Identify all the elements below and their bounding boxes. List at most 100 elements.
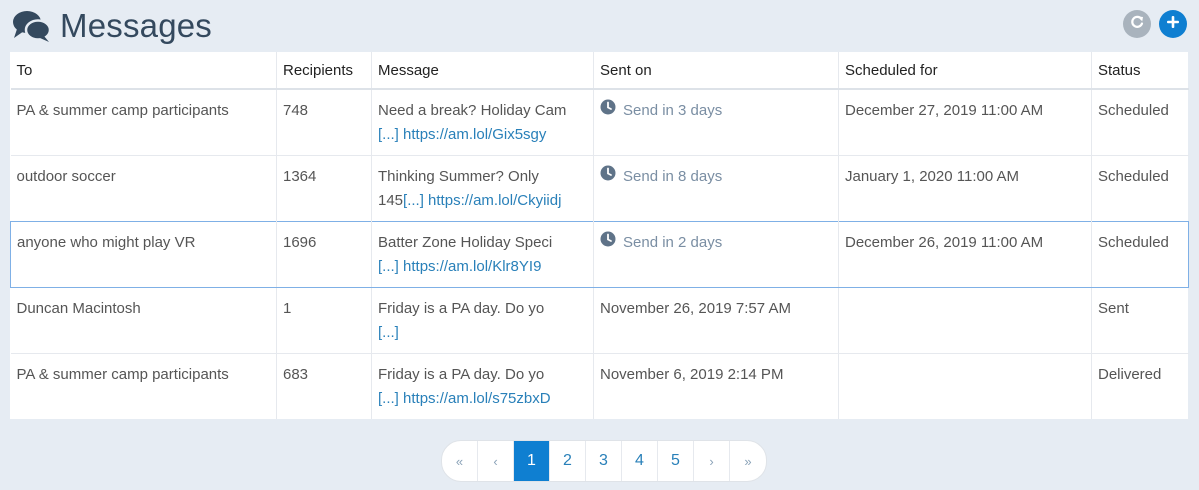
column-header-scheduled-for[interactable]: Scheduled for <box>838 52 1092 90</box>
cell-status: Scheduled <box>1091 88 1189 156</box>
cell-recipients: 683 <box>276 353 372 419</box>
cell-status: Scheduled <box>1091 221 1189 288</box>
clock-icon <box>600 231 623 255</box>
status-text: Delivered <box>1098 366 1162 383</box>
table-row[interactable]: Duncan Macintosh 1 Friday is a PA day. Do … <box>10 287 1189 354</box>
recipient-group: PA & summer camp participants <box>16 102 229 119</box>
clock-icon <box>600 99 623 123</box>
cell-status: Delivered <box>1091 353 1189 419</box>
expand-message-link[interactable]: [...] <box>378 324 399 341</box>
table-row[interactable]: PA & summer camp participants 683 Friday i… <box>10 353 1189 419</box>
plus-icon <box>1166 15 1180 34</box>
next-page-button[interactable]: › <box>694 441 730 481</box>
messages-table: To Recipients Message Sent on Scheduled … <box>10 52 1189 419</box>
table-header-row: To Recipients Message Sent on Scheduled … <box>10 52 1189 90</box>
cell-to: PA & summer camp participants <box>10 353 277 419</box>
first-page-button[interactable]: « <box>442 441 478 481</box>
table-row[interactable]: anyone who might play VR 1696 Batter Zone … <box>10 221 1189 288</box>
status-text: Scheduled <box>1098 102 1169 119</box>
clock-icon <box>600 165 623 189</box>
recipient-count: 1696 <box>283 234 317 251</box>
scheduled-for-text: December 26, 2019 11:00 AM <box>845 234 1044 251</box>
page-5-button[interactable]: 5 <box>658 441 694 481</box>
header-actions <box>1123 10 1187 38</box>
column-header-sent-on[interactable]: Sent on <box>593 52 839 90</box>
send-in-status: Send in 3 days <box>600 99 722 123</box>
page-2-button[interactable]: 2 <box>550 441 586 481</box>
expand-message-link[interactable]: [...] <box>378 390 399 407</box>
pagination: « ‹ 1 2 3 4 5 › » <box>441 440 767 482</box>
recipient-count: 1364 <box>283 168 317 185</box>
message-text: Batter Zone Holiday Speci <box>378 234 553 251</box>
recipient-group: outdoor soccer <box>16 168 116 185</box>
cell-status: Scheduled <box>1091 155 1189 222</box>
cell-status: Sent <box>1091 287 1189 354</box>
status-text: Scheduled <box>1098 234 1169 251</box>
message-url-link[interactable]: https://am.lol/Ckyiidj <box>428 192 561 209</box>
cell-sent-on: Send in 8 days <box>593 155 839 222</box>
message-url-link[interactable]: https://am.lol/s75zbxD <box>403 390 551 407</box>
send-in-text: Send in 2 days <box>623 234 723 251</box>
cell-message: Batter Zone Holiday Speci [...] https://a… <box>371 221 594 288</box>
page-4-button[interactable]: 4 <box>622 441 658 481</box>
cell-message: Friday is a PA day. Do yo [...] https://a… <box>371 353 594 419</box>
cell-recipients: 1364 <box>276 155 372 222</box>
send-in-text: Send in 8 days <box>623 168 723 185</box>
expand-message-link[interactable]: [...] <box>378 126 399 143</box>
table-row[interactable]: PA & summer camp participants 748 Need a b… <box>10 88 1189 156</box>
cell-recipients: 1696 <box>276 221 372 288</box>
expand-message-link[interactable]: [...] <box>403 192 424 209</box>
recipient-count: 1 <box>283 300 292 317</box>
recipient-count: 748 <box>283 102 309 119</box>
cell-recipients: 748 <box>276 88 372 156</box>
last-page-button[interactable]: » <box>730 441 766 481</box>
send-in-status: Send in 8 days <box>600 165 722 189</box>
status-text: Scheduled <box>1098 168 1169 185</box>
recipient-group: anyone who might play VR <box>17 234 196 251</box>
cell-message: Thinking Summer? Only 145[...] https://a… <box>371 155 594 222</box>
cell-to: outdoor soccer <box>10 155 277 222</box>
cell-sent-on: November 26, 2019 7:57 AM <box>593 287 839 354</box>
prev-page-button[interactable]: ‹ <box>478 441 514 481</box>
column-header-to[interactable]: To <box>10 52 277 90</box>
cell-message: Need a break? Holiday Cam [...] https://a… <box>371 88 594 156</box>
recipient-group: PA & summer camp participants <box>16 366 229 383</box>
recipient-count: 683 <box>283 366 309 383</box>
table-body: PA & summer camp participants 748 Need a b… <box>10 88 1189 419</box>
cell-scheduled-for: December 27, 2019 11:00 AM <box>838 88 1092 156</box>
recipient-group: Duncan Macintosh <box>16 300 141 317</box>
status-text: Sent <box>1098 300 1129 317</box>
send-in-status: Send in 2 days <box>600 231 722 255</box>
cell-scheduled-for: January 1, 2020 11:00 AM <box>838 155 1092 222</box>
refresh-button[interactable] <box>1123 10 1151 38</box>
column-header-message[interactable]: Message <box>371 52 594 90</box>
scheduled-for-text: January 1, 2020 11:00 AM <box>845 168 1020 185</box>
column-header-recipients[interactable]: Recipients <box>276 52 372 90</box>
message-text: Need a break? Holiday Cam <box>378 102 567 119</box>
cell-recipients: 1 <box>276 287 372 354</box>
page-3-button[interactable]: 3 <box>586 441 622 481</box>
cell-to: PA & summer camp participants <box>10 88 277 156</box>
comments-icon <box>12 9 52 43</box>
message-text: Friday is a PA day. Do yo <box>378 366 545 383</box>
cell-sent-on: Send in 2 days <box>593 221 839 288</box>
message-text: Friday is a PA day. Do yo <box>378 300 545 317</box>
cell-scheduled-for <box>838 287 1092 354</box>
sent-on-text: November 26, 2019 7:57 AM <box>600 300 791 317</box>
column-header-status[interactable]: Status <box>1091 52 1189 90</box>
page-title: Messages <box>60 7 213 44</box>
message-url-link[interactable]: https://am.lol/Gix5sgy <box>403 126 546 143</box>
page-header: Messages <box>12 4 212 48</box>
cell-sent-on: November 6, 2019 2:14 PM <box>593 353 839 419</box>
sent-on-text: November 6, 2019 2:14 PM <box>600 366 784 383</box>
page-1-button[interactable]: 1 <box>514 441 550 481</box>
cell-message: Friday is a PA day. Do yo [...] <box>371 287 594 354</box>
add-message-button[interactable] <box>1159 10 1187 38</box>
message-url-link[interactable]: https://am.lol/Klr8YI9 <box>403 258 541 275</box>
table-row[interactable]: outdoor soccer 1364 Thinking Summer? Only … <box>10 155 1189 222</box>
cell-scheduled-for: December 26, 2019 11:00 AM <box>838 221 1092 288</box>
cell-sent-on: Send in 3 days <box>593 88 839 156</box>
refresh-icon <box>1129 14 1145 35</box>
expand-message-link[interactable]: [...] <box>378 258 399 275</box>
cell-scheduled-for <box>838 353 1092 419</box>
